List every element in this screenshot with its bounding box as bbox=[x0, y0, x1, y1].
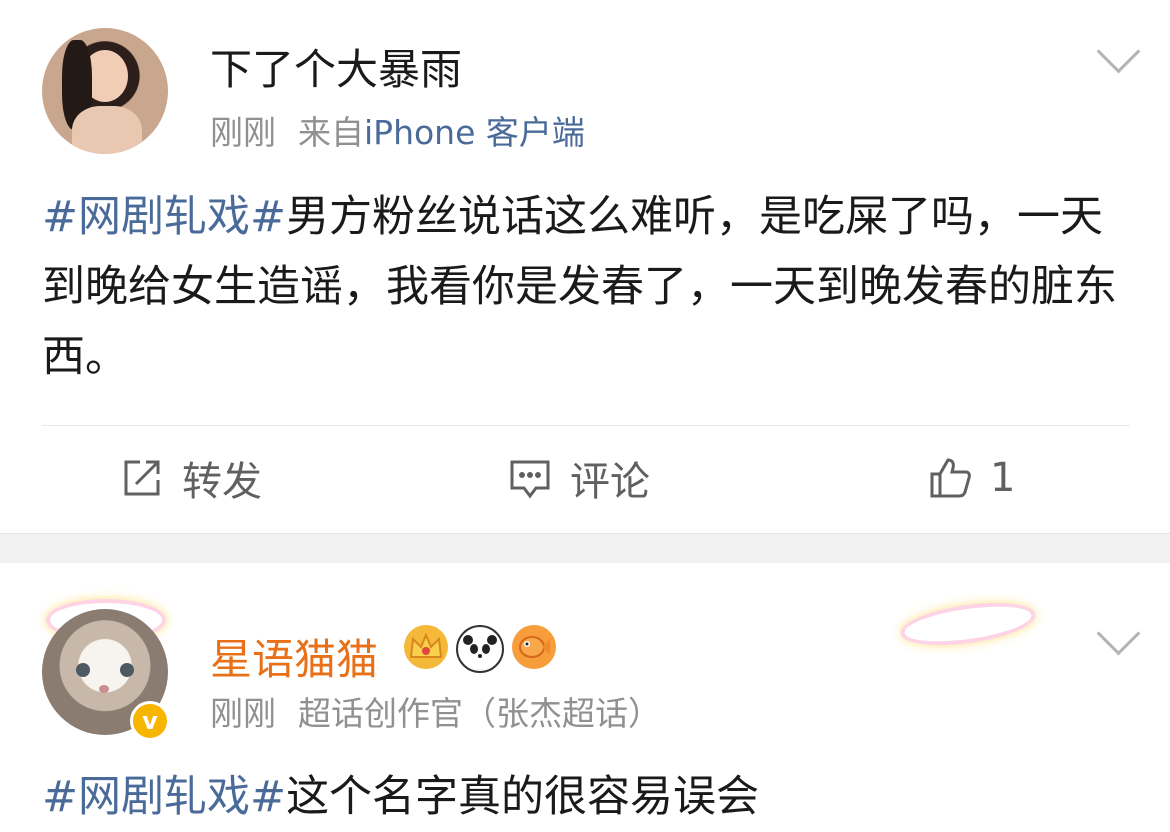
post-body: #网剧轧戏#这个名字真的很容易误会 bbox=[42, 762, 1132, 832]
post-time: 刚刚 bbox=[210, 694, 276, 733]
post-time: 刚刚 bbox=[210, 113, 276, 152]
panda-icon[interactable] bbox=[456, 625, 504, 673]
crown-icon[interactable] bbox=[404, 625, 448, 669]
sparkle-ring-decoration bbox=[898, 595, 1038, 653]
author-avatar[interactable] bbox=[42, 28, 168, 154]
repost-button[interactable]: 转发 bbox=[120, 448, 262, 508]
like-button[interactable]: 1 bbox=[928, 448, 1015, 508]
repost-icon bbox=[124, 460, 160, 496]
user-role[interactable]: 超话创作官（张杰超话） bbox=[298, 694, 661, 733]
repost-label: 转发 bbox=[182, 459, 262, 505]
post-source-link[interactable]: iPhone 客户端 bbox=[364, 113, 585, 152]
post-body: #网剧轧戏#男方粉丝说话这么难听，是吃屎了吗，一天到晚给女生造谣，我看你是发春了… bbox=[42, 182, 1132, 392]
post-text: 这个名字真的很容易误会 bbox=[286, 772, 760, 822]
like-count: 1 bbox=[990, 455, 1016, 501]
thumbs-up-icon bbox=[930, 458, 971, 498]
post-meta: 刚刚 来自iPhone 客户端 bbox=[210, 112, 585, 154]
comment-label: 评论 bbox=[570, 459, 650, 505]
author-name[interactable]: 下了个大暴雨 bbox=[210, 44, 462, 96]
chevron-down-icon[interactable] bbox=[1096, 611, 1141, 656]
comment-icon bbox=[510, 460, 550, 499]
fish-icon[interactable] bbox=[512, 625, 556, 669]
chevron-down-icon[interactable] bbox=[1096, 29, 1141, 74]
verified-badge-icon: v bbox=[130, 701, 170, 741]
post-separator bbox=[0, 533, 1170, 564]
user-badges bbox=[404, 625, 556, 673]
hashtag-link[interactable]: #网剧轧戏# bbox=[42, 192, 286, 242]
author-name[interactable]: 星语猫猫 bbox=[210, 634, 378, 686]
comment-button[interactable]: 评论 bbox=[508, 448, 650, 508]
post-meta: 刚刚 超话创作官（张杰超话） bbox=[210, 693, 661, 735]
weibo-post: 下了个大暴雨 刚刚 来自iPhone 客户端 #网剧轧戏#男方粉丝说话这么难听，是… bbox=[0, 0, 1170, 533]
source-prefix: 来自 bbox=[298, 113, 364, 152]
hashtag-link[interactable]: #网剧轧戏# bbox=[42, 772, 286, 822]
weibo-post: v 星语猫猫 刚刚 超话创作官（张杰超话） #网剧轧戏#这个名字真的很容易误会 bbox=[0, 563, 1170, 822]
divider bbox=[42, 425, 1130, 426]
